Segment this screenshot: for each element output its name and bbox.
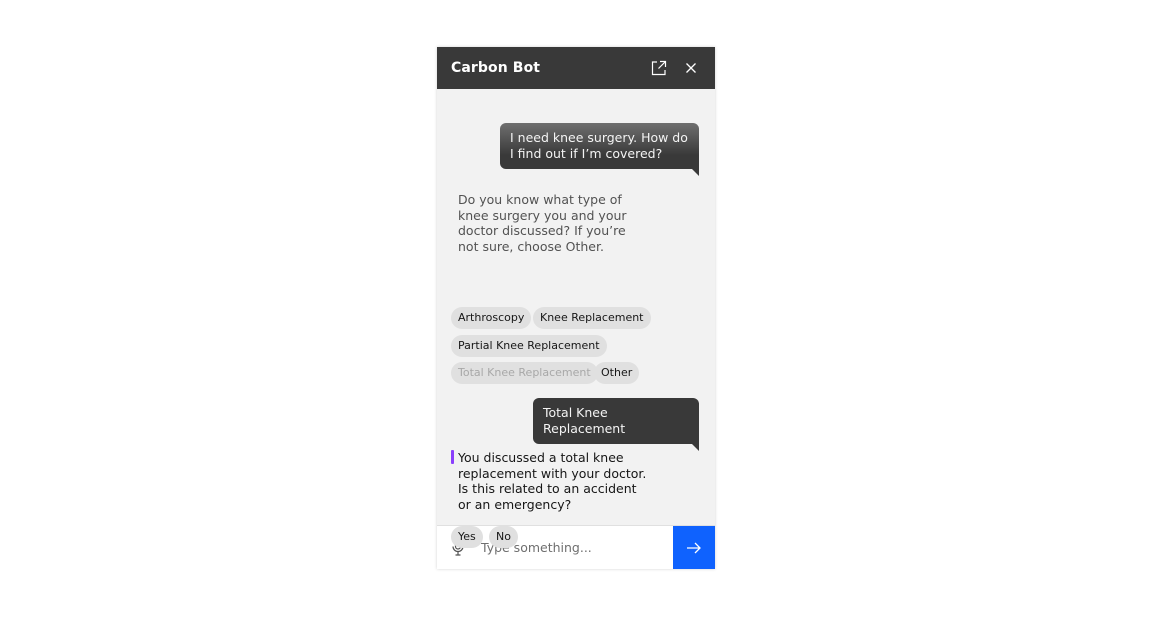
- launch-icon[interactable]: [649, 58, 669, 78]
- close-icon[interactable]: [681, 58, 701, 78]
- user-message: I need knee surgery. How do I find out i…: [500, 123, 699, 176]
- chat-panel: Carbon Bot I need knee surgery. How do I…: [437, 47, 715, 569]
- bot-message: You discussed a total knee replacement w…: [458, 450, 647, 513]
- chat-header: Carbon Bot: [437, 47, 715, 89]
- option-chip[interactable]: Arthroscopy: [451, 307, 532, 329]
- send-arrow-icon: [687, 542, 701, 553]
- send-button[interactable]: [673, 526, 715, 569]
- option-chip[interactable]: Knee Replacement: [533, 307, 651, 329]
- option-chip-selected-disabled: Total Knee Replacement: [451, 362, 598, 384]
- option-chip[interactable]: Other: [594, 362, 640, 384]
- conversation: I need knee surgery. How do I find out i…: [437, 89, 715, 548]
- option-chip[interactable]: Yes: [451, 526, 483, 548]
- active-message-indicator: [451, 450, 454, 464]
- option-chip[interactable]: No: [489, 526, 518, 548]
- bubble-tail: [692, 169, 699, 176]
- bot-message: Do you know what type of knee surgery yo…: [458, 192, 627, 255]
- user-message: Total Knee Replacement: [533, 398, 699, 451]
- user-message-text: I need knee surgery. How do I find out i…: [510, 130, 688, 161]
- bubble-tail: [692, 444, 699, 451]
- chat-title: Carbon Bot: [451, 60, 541, 76]
- option-chip[interactable]: Partial Knee Replacement: [451, 335, 607, 357]
- user-message-text: Total Knee Replacement: [543, 405, 626, 436]
